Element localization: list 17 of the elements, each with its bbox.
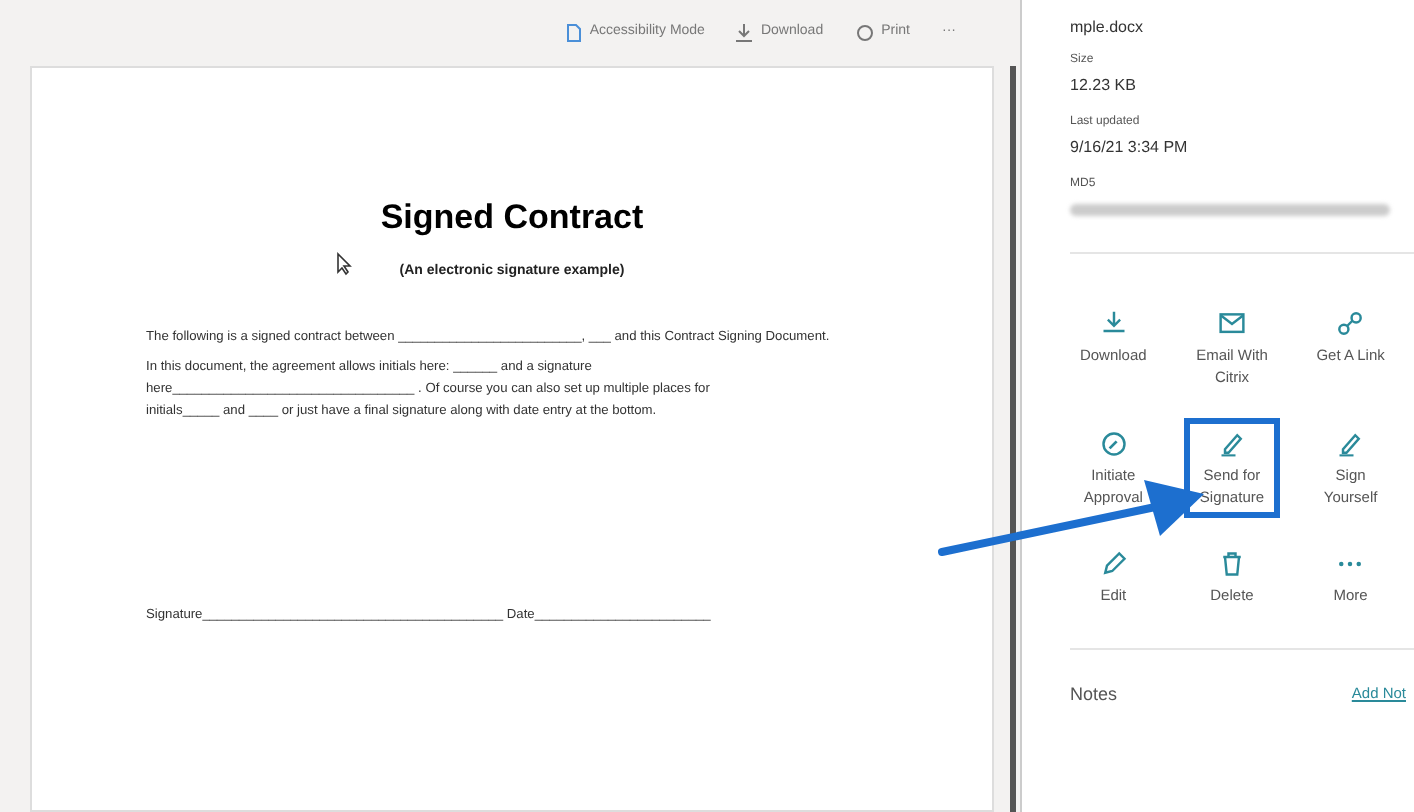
cursor-icon <box>336 252 352 276</box>
envelope-icon <box>1217 310 1246 338</box>
pen-icon <box>1217 430 1246 458</box>
pencil-icon <box>1099 550 1128 578</box>
download-icon <box>736 24 753 42</box>
document-title: Signed Contract <box>378 196 646 240</box>
compass-icon <box>1099 430 1128 458</box>
field-value: 9/16/21 3:34 PM <box>1070 136 1190 160</box>
field-value: 12.23 KB <box>1070 74 1138 98</box>
download-icon <box>1099 310 1128 338</box>
trash-icon <box>1217 550 1246 578</box>
file-name: mple.docx <box>1070 16 1145 36</box>
scrollbar[interactable] <box>1010 66 1016 812</box>
pen-icon <box>1336 430 1365 458</box>
notes-heading: Notes <box>1070 682 1118 708</box>
link-icon <box>1336 310 1365 338</box>
document-icon <box>565 24 582 42</box>
